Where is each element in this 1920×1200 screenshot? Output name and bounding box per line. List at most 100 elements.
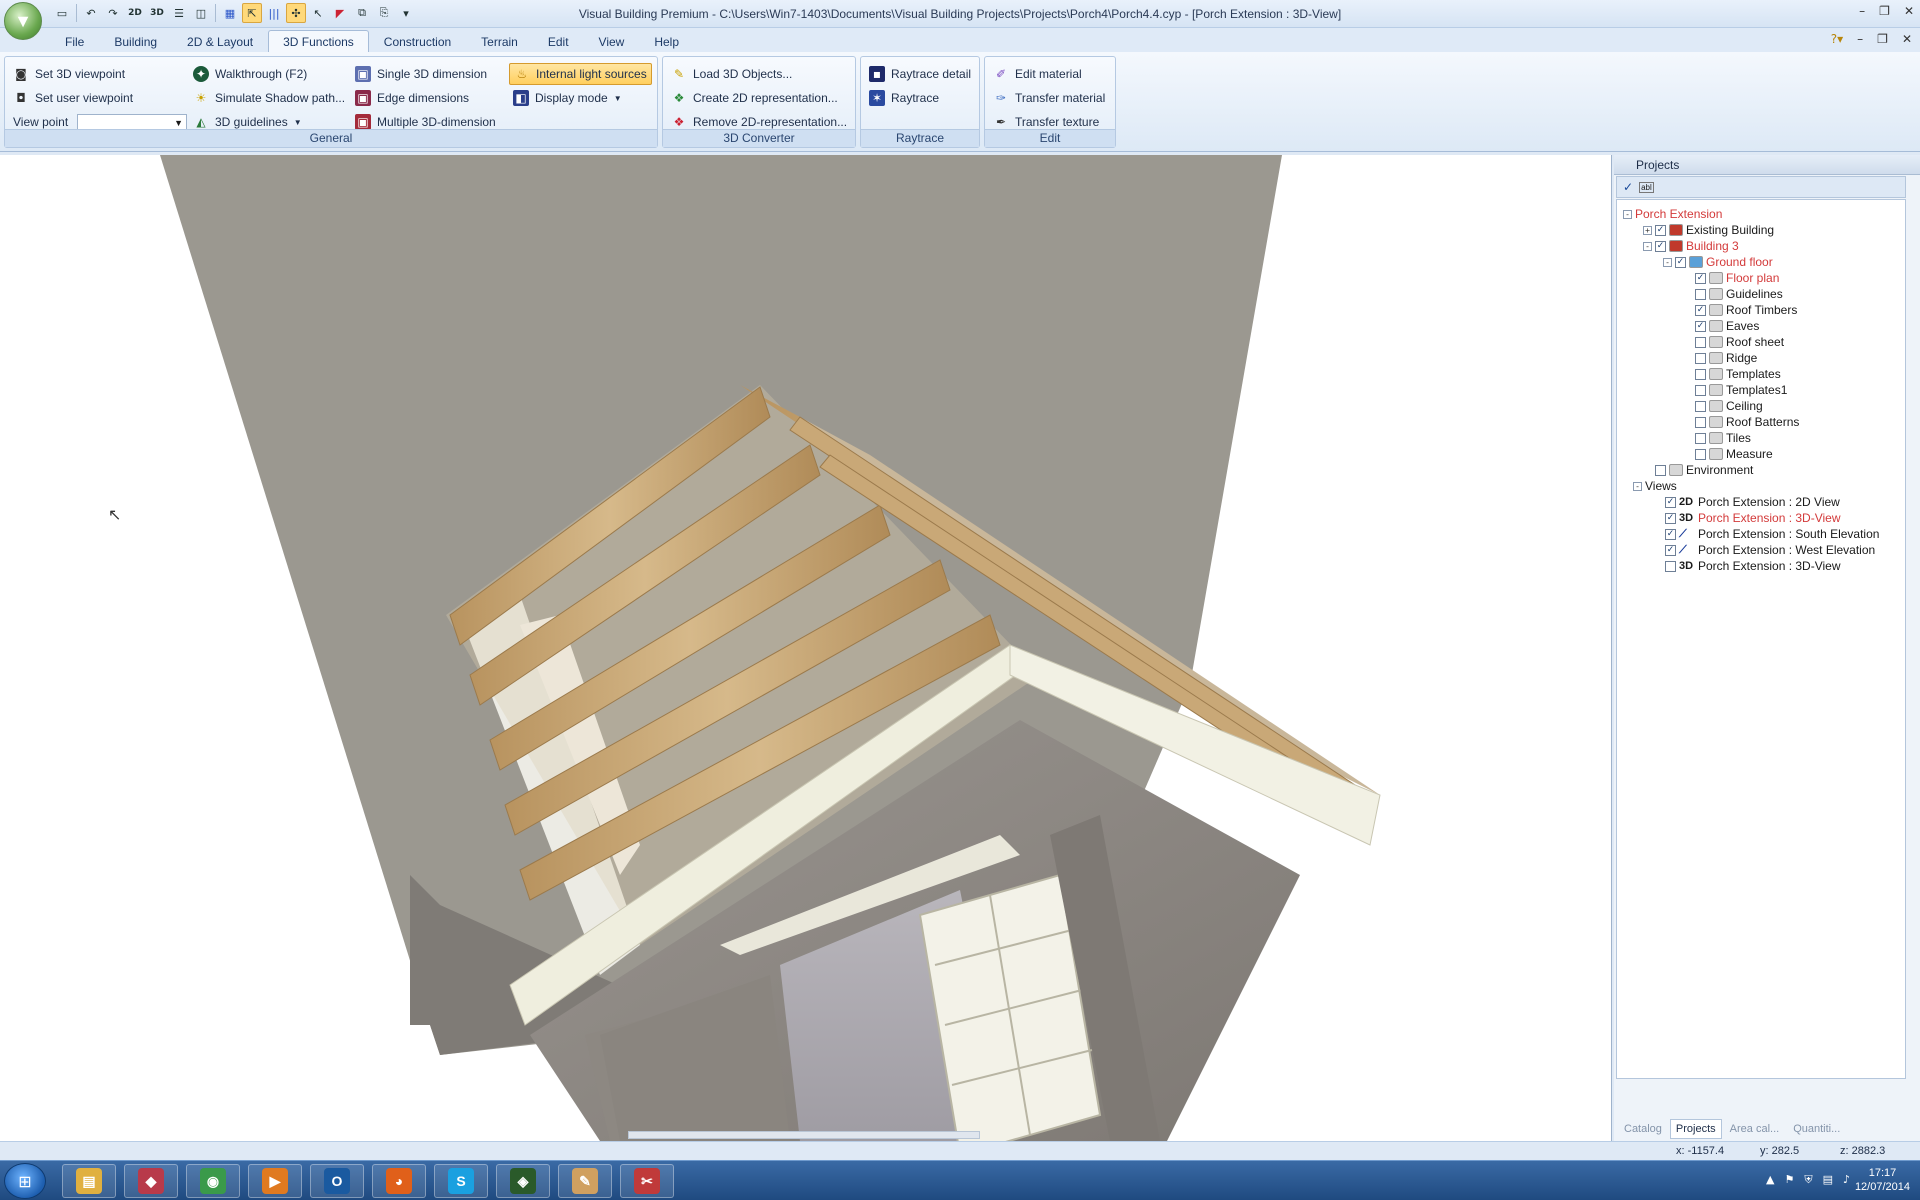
doc-minimize-icon[interactable]: – xyxy=(1857,32,1863,46)
3d-viewport[interactable]: ↖ xyxy=(0,155,1612,1141)
visibility-checkbox[interactable] xyxy=(1655,464,1666,476)
visibility-checkbox[interactable]: ✓ xyxy=(1665,496,1676,508)
tree-node[interactable]: Templates1 xyxy=(1683,382,1787,398)
single-3d-dimension-button[interactable]: ▣ Single 3D dimension xyxy=(351,63,491,85)
tree-node[interactable]: - ✓ Building 3 xyxy=(1643,238,1739,254)
taskbar-app-monitor[interactable]: ◈ xyxy=(496,1164,550,1198)
collapse-icon[interactable]: - xyxy=(1633,481,1642,491)
set-user-viewpoint-button[interactable]: ◘ Set user viewpoint xyxy=(9,87,137,109)
flag-icon[interactable]: ⚑ xyxy=(1784,1173,1794,1187)
taskbar-app-visual-building[interactable]: ◆ xyxy=(124,1164,178,1198)
tree-node[interactable]: ✓ Floor plan xyxy=(1683,270,1779,286)
checkmark-icon[interactable]: ✓ xyxy=(1623,180,1633,194)
tree-node[interactable]: ✓ Roof Timbers xyxy=(1683,302,1797,318)
collapse-icon[interactable]: - xyxy=(1623,209,1632,219)
visibility-checkbox[interactable] xyxy=(1695,448,1706,460)
doc-restore-icon[interactable]: ❐ xyxy=(1877,32,1888,46)
viewport-scrollbar[interactable] xyxy=(628,1131,980,1139)
tree-node[interactable]: + ✓ Existing Building xyxy=(1643,222,1774,238)
tree-node[interactable]: Ceiling xyxy=(1683,398,1763,414)
taskbar-app-snipping-tool[interactable]: ✂ xyxy=(620,1164,674,1198)
tab-construction[interactable]: Construction xyxy=(369,30,466,53)
panel-tab-catalog[interactable]: Catalog xyxy=(1618,1119,1668,1139)
tab-2d-layout[interactable]: 2D & Layout xyxy=(172,30,268,53)
walkthrough-button[interactable]: ✦ Walkthrough (F2) xyxy=(189,63,311,85)
visibility-checkbox[interactable] xyxy=(1695,416,1706,428)
taskbar-app-media-player[interactable]: ▶ xyxy=(248,1164,302,1198)
tree-node[interactable]: - Views xyxy=(1633,478,1677,494)
tree-node[interactable]: ✓ 2D Porch Extension : 2D View xyxy=(1653,494,1840,510)
display-mode-button[interactable]: ◧ Display mode ▼ xyxy=(509,87,626,109)
tree-node[interactable]: Roof sheet xyxy=(1683,334,1784,350)
visibility-checkbox[interactable] xyxy=(1665,560,1676,572)
tree-node[interactable]: ✓ 3D Porch Extension : 3D-View xyxy=(1653,510,1841,526)
collapse-icon[interactable]: - xyxy=(1643,241,1652,251)
visibility-checkbox[interactable] xyxy=(1695,352,1706,364)
tab-file[interactable]: File xyxy=(50,30,99,53)
create-2d-representation-button[interactable]: ❖ Create 2D representation... xyxy=(667,87,842,109)
visibility-checkbox[interactable]: ✓ xyxy=(1695,272,1706,284)
visibility-checkbox[interactable]: ✓ xyxy=(1665,528,1676,540)
collapse-icon[interactable]: - xyxy=(1663,257,1672,267)
tree-node[interactable]: 3D Porch Extension : 3D-View xyxy=(1653,558,1841,574)
transfer-material-button[interactable]: ✑ Transfer material xyxy=(989,87,1109,109)
tree-node[interactable]: ✓ Eaves xyxy=(1683,318,1759,334)
tray-chevron-icon[interactable]: ▲ xyxy=(1766,1173,1774,1187)
load-3d-objects-button[interactable]: ✎ Load 3D Objects... xyxy=(667,63,796,85)
visibility-checkbox[interactable]: ✓ xyxy=(1695,304,1706,316)
visibility-checkbox[interactable] xyxy=(1695,336,1706,348)
tree-node[interactable]: - ✓ Ground floor xyxy=(1663,254,1773,270)
app-menu-button[interactable]: ▼ xyxy=(4,2,42,40)
raytrace-button[interactable]: ✶ Raytrace xyxy=(865,87,943,109)
raytrace-detail-button[interactable]: ▪ Raytrace detail xyxy=(865,63,975,85)
tree-node[interactable]: Environment xyxy=(1643,462,1753,478)
tree-node[interactable]: ✓ ⟋ Porch Extension : West Elevation xyxy=(1653,542,1875,558)
network-icon[interactable]: ▤ xyxy=(1823,1173,1833,1187)
visibility-checkbox[interactable] xyxy=(1695,368,1706,380)
taskbar-app-explorer[interactable]: ▤ xyxy=(62,1164,116,1198)
panel-tab-projects[interactable]: Projects xyxy=(1669,1119,1722,1139)
tree-node[interactable]: Ridge xyxy=(1683,350,1757,366)
volume-icon[interactable]: ♪ xyxy=(1843,1173,1850,1187)
expand-icon[interactable]: + xyxy=(1643,225,1652,235)
clock[interactable]: 17:17 12/07/2014 xyxy=(1855,1166,1910,1194)
tree-node[interactable]: Measure xyxy=(1683,446,1773,462)
tab-building[interactable]: Building xyxy=(99,30,172,53)
start-button[interactable]: ⊞ xyxy=(4,1163,46,1199)
simulate-shadow-button[interactable]: ☀ Simulate Shadow path... xyxy=(189,87,349,109)
visibility-checkbox[interactable] xyxy=(1695,400,1706,412)
tree-node[interactable]: - Porch Extension xyxy=(1623,206,1722,222)
edge-dimensions-button[interactable]: ▣ Edge dimensions xyxy=(351,87,473,109)
tab-help[interactable]: Help xyxy=(639,30,694,53)
internal-light-sources-button[interactable]: ♨ Internal light sources xyxy=(509,63,652,85)
visibility-checkbox[interactable]: ✓ xyxy=(1695,320,1706,332)
visibility-checkbox[interactable] xyxy=(1695,432,1706,444)
visibility-checkbox[interactable]: ✓ xyxy=(1675,256,1686,268)
tree-node[interactable]: Tiles xyxy=(1683,430,1751,446)
taskbar-app-skype[interactable]: S xyxy=(434,1164,488,1198)
shield-icon[interactable]: ⛨ xyxy=(1804,1173,1812,1187)
tree-node[interactable]: Templates xyxy=(1683,366,1781,382)
set-3d-viewpoint-button[interactable]: ◙ Set 3D viewpoint xyxy=(9,63,129,85)
tree-node[interactable]: Roof Batterns xyxy=(1683,414,1799,430)
visibility-checkbox[interactable] xyxy=(1695,288,1706,300)
tab-edit[interactable]: Edit xyxy=(533,30,584,53)
visibility-checkbox[interactable]: ✓ xyxy=(1665,544,1676,556)
restore-icon[interactable]: ❐ xyxy=(1879,4,1890,18)
taskbar-app-paint[interactable]: ✎ xyxy=(558,1164,612,1198)
tree-node[interactable]: Guidelines xyxy=(1683,286,1783,302)
visibility-checkbox[interactable]: ✓ xyxy=(1665,512,1676,524)
panel-tab-area-cal-[interactable]: Area cal... xyxy=(1724,1119,1786,1139)
taskbar-app-outlook[interactable]: O xyxy=(310,1164,364,1198)
visibility-checkbox[interactable] xyxy=(1695,384,1706,396)
visibility-checkbox[interactable]: ✓ xyxy=(1655,240,1666,252)
help-icon[interactable]: ?▾ xyxy=(1831,32,1843,46)
visibility-checkbox[interactable]: ✓ xyxy=(1655,224,1666,236)
edit-material-button[interactable]: ✐ Edit material xyxy=(989,63,1086,85)
taskbar-app-chrome[interactable]: ◉ xyxy=(186,1164,240,1198)
rename-icon[interactable]: abl xyxy=(1639,181,1654,193)
doc-close-icon[interactable]: ✕ xyxy=(1902,32,1912,46)
tab-view[interactable]: View xyxy=(584,30,640,53)
tab-terrain[interactable]: Terrain xyxy=(466,30,533,53)
minimize-icon[interactable]: – xyxy=(1859,4,1865,18)
